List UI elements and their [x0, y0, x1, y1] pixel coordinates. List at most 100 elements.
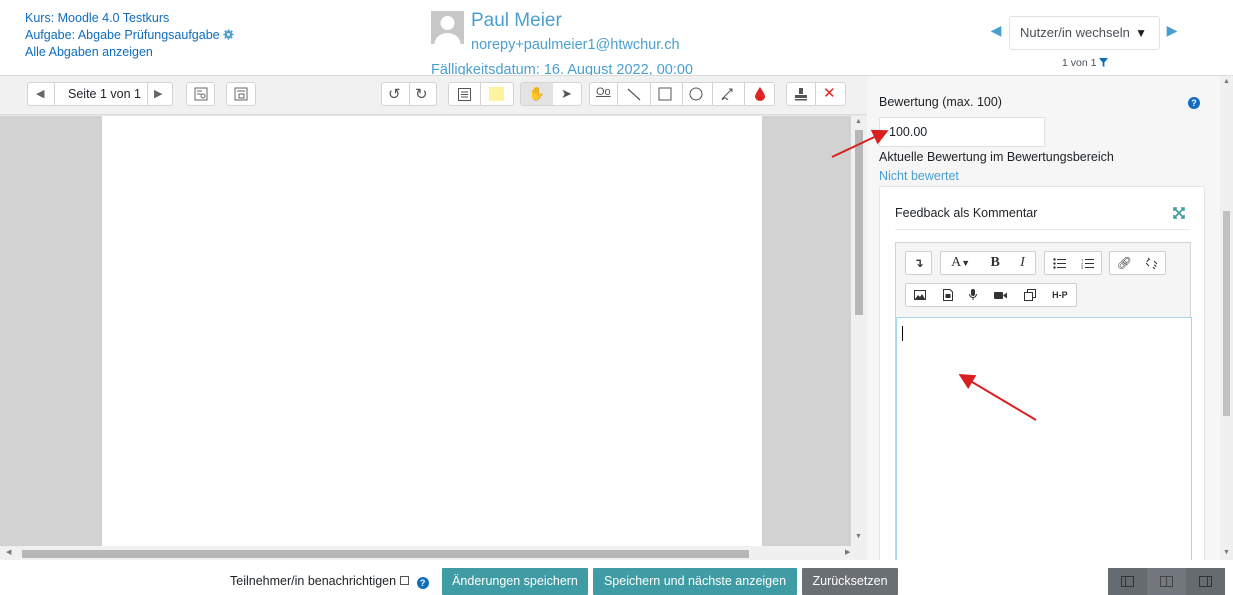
- delete-icon[interactable]: ✕: [823, 84, 836, 102]
- due-date: Fälligkeitsdatum: 16. August 2022, 00:00: [431, 62, 693, 75]
- feedback-divider: [895, 229, 1190, 230]
- rotate-group: ↺ ↻: [381, 82, 437, 106]
- scroll-up-icon[interactable]: ▲: [855, 118, 862, 125]
- expand-comments-button[interactable]: [226, 82, 256, 106]
- media-icon[interactable]: [942, 289, 953, 301]
- grading-panel: Bewertung (max. 100) ? 100.00 Aktuelle B…: [867, 75, 1233, 560]
- navigation-tools: ✋ ➤: [520, 82, 582, 106]
- page-label[interactable]: Seite 1 von 1: [68, 87, 141, 101]
- manage-files-icon[interactable]: [1023, 289, 1036, 301]
- collapse-icon: ↴: [913, 256, 924, 270]
- chevron-down-icon: ▼: [1135, 26, 1147, 40]
- stamp-icon[interactable]: [794, 87, 808, 101]
- drawing-tools: Oo: [589, 82, 775, 106]
- save-next-button[interactable]: Speichern und nächste anzeigen: [593, 568, 797, 595]
- prev-page-icon[interactable]: ◀: [36, 87, 44, 100]
- notify-checkbox[interactable]: [400, 576, 410, 585]
- layout-default-button[interactable]: [1147, 568, 1186, 595]
- document-panel: ◀ Seite 1 von 1 ▶ ↺ ↻ ✋ ➤ Oo ✕ ▲ ▼ ◀ ▶: [0, 75, 867, 561]
- bold-button[interactable]: B: [991, 255, 1000, 271]
- layout-collapse-review-button[interactable]: [1186, 568, 1225, 595]
- breadcrumb-links: Kurs: Moodle 4.0 Testkurs Aufgabe: Abgab…: [25, 10, 234, 61]
- next-page-icon[interactable]: ▶: [154, 87, 162, 100]
- grade-label: Bewertung (max. 100): [879, 95, 1002, 109]
- panel-scroll-down-icon[interactable]: ▼: [1223, 549, 1230, 556]
- line-icon[interactable]: [627, 88, 641, 101]
- current-grade-label: Aktuelle Bewertung im Bewertungsbereich: [879, 150, 1114, 164]
- select-icon[interactable]: ➤: [561, 86, 572, 102]
- panel-scroll-up-icon[interactable]: ▲: [1223, 78, 1230, 85]
- red-drop-icon[interactable]: [755, 87, 765, 101]
- link-icon[interactable]: 🔗︎: [1117, 256, 1132, 270]
- text-cursor: [902, 326, 903, 341]
- annotation-toolbar: ◀ Seite 1 von 1 ▶ ↺ ↻ ✋ ➤ Oo ✕: [0, 76, 867, 115]
- layout-left-icon: [1121, 576, 1134, 587]
- scroll-right-icon[interactable]: ▶: [845, 548, 850, 556]
- format-group: A ▼ B I: [940, 251, 1036, 275]
- notify-label: Teilnehmer/in benachrichtigen: [230, 574, 397, 588]
- font-button[interactable]: A ▼: [951, 255, 970, 271]
- pan-tool[interactable]: ✋: [521, 83, 553, 105]
- oval-icon[interactable]: Oo: [596, 86, 611, 98]
- switch-user-select[interactable]: Nutzer/in wechseln ▼: [1009, 16, 1160, 50]
- comment-icon[interactable]: [458, 88, 471, 101]
- panel-vertical-scrollbar[interactable]: ▲ ▼: [1220, 76, 1233, 560]
- viewer-vertical-scrollbar[interactable]: ▲ ▼: [851, 116, 867, 546]
- rectangle-icon[interactable]: [658, 87, 672, 101]
- expand-comments-icon: [234, 87, 248, 101]
- microphone-icon[interactable]: [969, 289, 978, 301]
- scroll-left-icon[interactable]: ◀: [6, 548, 11, 556]
- expand-icon[interactable]: [1173, 207, 1185, 219]
- user-counter: 1 von 1: [1062, 57, 1109, 69]
- feedback-editor: ↴ A ▼ B I 123 🔗︎ H-P: [895, 242, 1192, 560]
- grade-input[interactable]: 100.00: [879, 117, 1045, 147]
- pdf-viewer[interactable]: ▲ ▼ ◀ ▶: [0, 116, 867, 561]
- header: Kurs: Moodle 4.0 Testkurs Aufgabe: Abgab…: [0, 0, 1233, 75]
- pen-icon[interactable]: [721, 87, 735, 101]
- circle-icon[interactable]: [689, 87, 703, 101]
- next-user-icon[interactable]: ▶: [1163, 22, 1181, 38]
- layout-middle-icon: [1160, 576, 1173, 587]
- previous-user-icon[interactable]: ◀: [987, 22, 1005, 38]
- assignment-link[interactable]: Aufgabe: Abgabe Prüfungsaufgabe: [25, 28, 220, 42]
- highlight-color-icon[interactable]: [489, 87, 504, 101]
- filter-icon[interactable]: [1099, 58, 1109, 67]
- h5p-button[interactable]: H-P: [1052, 290, 1068, 300]
- reset-button[interactable]: Zurücksetzen: [802, 568, 898, 595]
- current-grade-value[interactable]: Nicht bewertet: [879, 169, 959, 183]
- image-icon[interactable]: [914, 290, 927, 300]
- course-link[interactable]: Kurs: Moodle 4.0 Testkurs: [25, 11, 169, 25]
- viewer-horizontal-scroll-thumb[interactable]: [22, 550, 749, 558]
- scroll-down-icon[interactable]: ▼: [855, 533, 862, 540]
- feedback-textarea[interactable]: [896, 317, 1192, 560]
- viewer-vertical-scroll-thumb[interactable]: [855, 130, 863, 315]
- all-submissions-link[interactable]: Alle Abgaben anzeigen: [25, 45, 153, 59]
- save-button[interactable]: Änderungen speichern: [442, 568, 588, 595]
- list-group: 123: [1044, 251, 1102, 275]
- svg-text:3: 3: [1081, 265, 1084, 269]
- pan-icon: ✋: [528, 86, 546, 101]
- help-icon[interactable]: ?: [1188, 97, 1200, 109]
- ordered-list-icon[interactable]: 123: [1081, 258, 1094, 269]
- feedback-card: Feedback als Kommentar ↴ A ▼ B I 123 🔗︎: [879, 186, 1205, 560]
- layout-right-icon: [1199, 576, 1212, 587]
- search-comments-button[interactable]: [186, 82, 215, 106]
- viewer-horizontal-scrollbar[interactable]: ◀ ▶: [0, 546, 867, 561]
- user-name-link[interactable]: Paul Meier: [471, 10, 562, 32]
- italic-button[interactable]: I: [1020, 255, 1025, 271]
- font-label: A: [951, 255, 962, 270]
- panel-scroll-thumb[interactable]: [1223, 211, 1230, 416]
- avatar: [431, 11, 464, 44]
- layout-collapse-grade-button[interactable]: [1108, 568, 1147, 595]
- unordered-list-icon[interactable]: [1052, 257, 1066, 269]
- video-icon[interactable]: [994, 291, 1008, 300]
- collapse-toolbar-button[interactable]: ↴: [905, 251, 932, 275]
- pdf-page[interactable]: [102, 116, 762, 546]
- rotate-right-icon[interactable]: ↻: [415, 85, 428, 103]
- unlink-icon[interactable]: [1145, 257, 1158, 270]
- notify-help-icon[interactable]: ?: [416, 577, 429, 589]
- footer-actions: Teilnehmer/in benachrichtigen ? Änderung…: [0, 560, 1233, 595]
- switch-user-label: Nutzer/in wechseln: [1020, 25, 1130, 40]
- rotate-left-icon[interactable]: ↺: [388, 85, 401, 103]
- gear-icon[interactable]: [223, 29, 234, 40]
